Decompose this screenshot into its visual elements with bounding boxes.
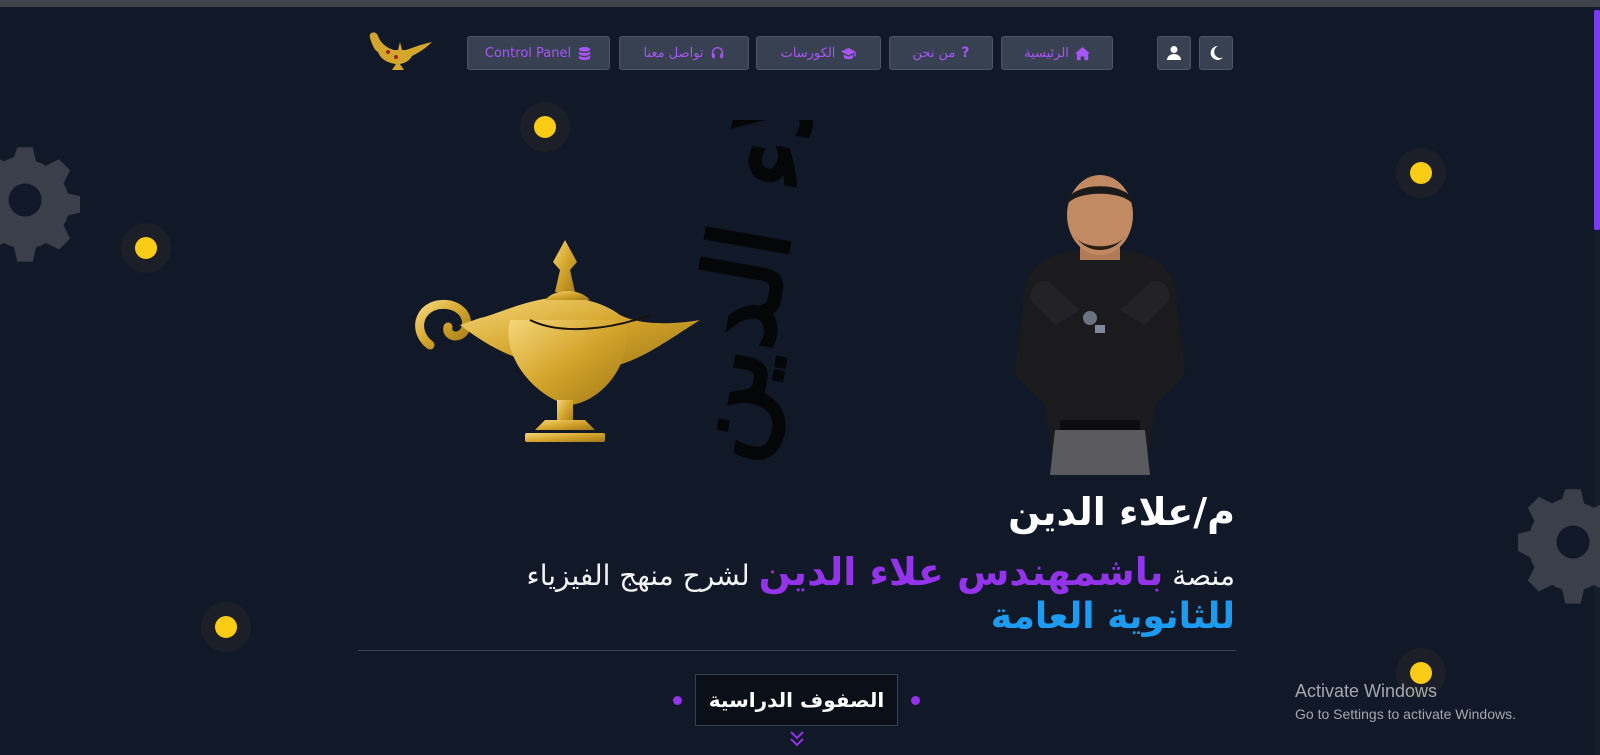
hero-subtitle: منصة باشمهندس علاء الدين لشرح منهج الفيز… (527, 550, 1235, 594)
home-icon (1074, 46, 1090, 60)
magic-lamp-icon[interactable] (366, 30, 436, 78)
watermark-subtitle: Go to Settings to activate Windows. (1295, 706, 1516, 722)
nav-courses-button[interactable]: الكورسات (756, 36, 881, 70)
user-button[interactable] (1157, 36, 1191, 70)
grades-section-heading: الصفوف الدراسية (695, 674, 898, 726)
decorative-dot (673, 696, 682, 705)
gear-icon (1518, 489, 1600, 604)
hero-subtitle-highlight: باشمهندس علاء الدين (758, 550, 1164, 594)
decorative-dot (121, 223, 171, 273)
graduation-cap-icon (841, 47, 856, 59)
nav-item-label: Control Panel (484, 45, 572, 61)
double-chevron-down-icon[interactable] (789, 730, 805, 748)
nav-item-label: الرئيسية (1024, 45, 1069, 61)
theme-toggle-button[interactable] (1199, 36, 1233, 70)
browser-top-edge (0, 0, 1600, 7)
decorative-dot (1396, 148, 1446, 198)
headset-icon (711, 46, 723, 58)
decorative-dot (911, 696, 920, 705)
nav-item-label: الكورسات (780, 45, 836, 61)
nav-home-button[interactable]: الرئيسية (1001, 36, 1113, 70)
moon-icon (1210, 45, 1223, 60)
hero-subtitle-line2: للثانوية العامة (990, 596, 1235, 637)
instructor-photo (1015, 175, 1185, 475)
page: Control Panel تواصل معنا الكورسات من نحن… (0, 0, 1600, 755)
hero-logo: علاء الدين (415, 120, 858, 460)
decorative-dot (201, 602, 251, 652)
hero-subtitle-suffix: لشرح منهج الفيزياء (526, 559, 750, 592)
nav-item-label: تواصل معنا (643, 45, 704, 61)
user-icon (1167, 46, 1181, 60)
navbar: Control Panel تواصل معنا الكورسات من نحن… (0, 32, 1600, 72)
section-divider (358, 650, 1236, 651)
nav-contact-button[interactable]: تواصل معنا (619, 36, 749, 70)
nav-about-button[interactable]: من نحن ? (889, 36, 993, 70)
hero-subtitle-prefix: منصة (1172, 559, 1235, 592)
gear-icon (0, 147, 80, 262)
database-icon (578, 46, 591, 60)
hero-logo-text: علاء الدين (649, 120, 858, 460)
question-icon: ? (961, 45, 970, 61)
watermark-title: Activate Windows (1295, 681, 1438, 701)
nav-item-label: من نحن (912, 45, 956, 61)
nav-control-panel-button[interactable]: Control Panel (467, 36, 610, 70)
hero-title: م/علاء الدين (1008, 490, 1235, 534)
windows-activation-watermark: Activate Windows Go to Settings to activ… (1295, 681, 1516, 722)
